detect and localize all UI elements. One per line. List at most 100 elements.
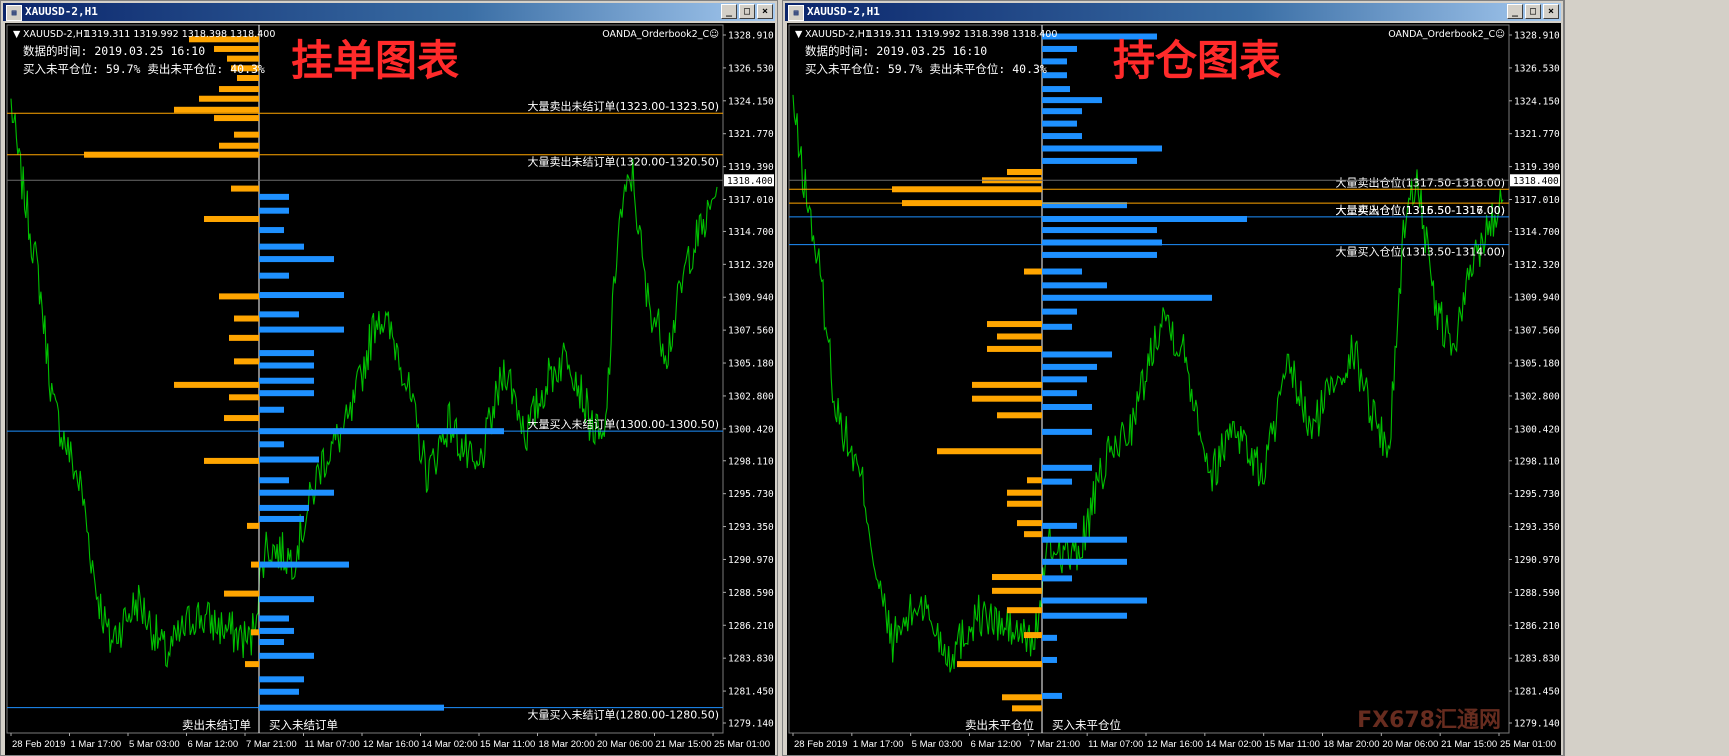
buy-bar: [259, 272, 289, 279]
info-time: 数据的时间: 2019.03.25 16:10: [805, 44, 987, 58]
buy-bar: [1042, 522, 1077, 529]
buy-bar: [259, 256, 334, 263]
price-tick-label: 1279.140: [728, 719, 774, 730]
sell-bar: [1024, 632, 1042, 639]
buy-bar: [1042, 97, 1102, 104]
price-tick-label: 1321.770: [1514, 129, 1560, 140]
price-tick-label: 1286.210: [728, 621, 774, 632]
buy-bar: [259, 377, 314, 384]
level-line-label: 大量卖出仓位(1317.50-1318.00): [1335, 175, 1505, 189]
price-tick-label: 1324.150: [728, 96, 774, 107]
buy-bar: [1042, 323, 1072, 330]
sell-bar: [204, 457, 259, 464]
buy-bar: [259, 489, 334, 496]
sell-bar: [251, 561, 259, 568]
sell-bar: [199, 95, 259, 102]
sell-bar: [229, 394, 259, 401]
window-title: XAUUSD-2,H1: [25, 5, 98, 18]
overlay-title: 挂单图表: [291, 36, 459, 85]
level-line-label: 大量卖出未结订单(1320.00-1320.50): [527, 155, 719, 169]
sell-bar: [957, 661, 1042, 668]
sell-bar: [972, 381, 1042, 388]
price-tick-label: 1326.530: [728, 63, 774, 74]
sell-bar: [1024, 531, 1042, 538]
date-tick-label: 6 Mar 12:00: [971, 739, 1022, 750]
price-tick-label: 1317.010: [1514, 195, 1560, 206]
chart-window-positions[interactable]: ▦ XAUUSD-2,H1 _ □ × 1328.910 1326.530 1324…: [782, 0, 1564, 756]
sell-bar: [214, 115, 259, 122]
buy-bar: [259, 441, 284, 448]
chart-background: [787, 23, 1561, 755]
maximize-button[interactable]: □: [1525, 4, 1541, 19]
bottom-sell-label: 卖出未平仓位: [965, 718, 1034, 732]
sell-bar: [937, 448, 1042, 455]
close-button[interactable]: ×: [1543, 4, 1559, 19]
sell-bar: [174, 106, 259, 113]
sell-bar: [997, 412, 1042, 419]
bottom-buy-label: 买入未结订单: [269, 718, 338, 732]
sell-bar: [1027, 477, 1042, 484]
price-tick-label: 1314.700: [1514, 227, 1560, 238]
sell-bar: [1007, 500, 1042, 507]
buy-bar: [1042, 86, 1070, 93]
window-titlebar[interactable]: ▦ XAUUSD-2,H1 _ □ ×: [3, 3, 775, 21]
price-tick-label: 1302.800: [1514, 391, 1560, 402]
date-tick-label: 20 Mar 06:00: [597, 739, 653, 750]
maximize-button[interactable]: □: [739, 4, 755, 19]
buy-bar: [259, 390, 314, 397]
buy-bar: [1042, 390, 1077, 397]
price-tick-label: 1281.450: [728, 687, 774, 698]
buy-bar: [1042, 558, 1127, 565]
close-button[interactable]: ×: [757, 4, 773, 19]
price-tick-label: 1307.560: [1514, 326, 1560, 337]
buy-bar: [1042, 108, 1082, 115]
header-arrow: ▼: [13, 29, 21, 40]
buy-bar: [259, 504, 309, 511]
price-tick-label: 1302.800: [728, 391, 774, 402]
minimize-button[interactable]: _: [721, 4, 737, 19]
position-book-chart[interactable]: 1328.910 1326.530 1324.150 1321.770 1319.390…: [787, 23, 1561, 755]
sell-bar: [245, 661, 259, 668]
window-titlebar[interactable]: ▦ XAUUSD-2,H1 _ □ ×: [785, 3, 1561, 21]
buy-bar: [1042, 120, 1077, 127]
sell-bar: [987, 321, 1042, 328]
sell-bar: [1007, 489, 1042, 496]
buy-bar: [1042, 376, 1087, 383]
price-tick-label: 1305.180: [728, 359, 774, 370]
date-tick-label: 1 Mar 17:00: [71, 739, 122, 750]
buy-bar: [259, 561, 349, 568]
buy-bar: [259, 406, 284, 413]
buy-bar: [1042, 45, 1077, 52]
order-book-chart[interactable]: 1328.910 1326.530 1324.150 1321.770 1319.390…: [5, 23, 775, 755]
sell-bar: [247, 522, 259, 529]
header-prices: 1319.311 1319.992 1318.398 1318.400: [85, 29, 275, 40]
buy-bar: [1042, 251, 1157, 258]
buy-bar: [259, 292, 344, 299]
buy-bar: [1042, 464, 1092, 471]
price-tick-label: 1300.420: [728, 424, 774, 435]
date-tick-label: 20 Mar 06:00: [1382, 739, 1438, 750]
date-tick-label: 18 Mar 20:00: [539, 739, 595, 750]
sell-bar: [219, 293, 259, 300]
buy-bar: [1042, 575, 1072, 582]
buy-bar: [259, 227, 284, 234]
sell-bar: [231, 185, 259, 192]
price-tick-label: 1314.700: [728, 227, 774, 238]
sell-bar: [234, 131, 259, 138]
level-line-label: 大量卖出未结订单(1323.00-1323.50): [527, 99, 719, 113]
buy-bar: [259, 193, 289, 200]
date-tick-label: 18 Mar 20:00: [1324, 739, 1380, 750]
chart-window-orders[interactable]: ▦ XAUUSD-2,H1 _ □ × 1328.910 1326.530 1324…: [0, 0, 778, 756]
current-price-label: 1318.400: [1513, 176, 1559, 187]
date-tick-label: 21 Mar 15:00: [656, 739, 712, 750]
buy-bar: [1042, 308, 1077, 315]
buy-bar: [1042, 428, 1092, 435]
price-tick-label: 1279.140: [1514, 719, 1560, 730]
price-tick-label: 1305.180: [1514, 359, 1560, 370]
price-tick-label: 1298.110: [728, 456, 774, 467]
sell-bar: [204, 215, 259, 222]
price-tick-label: 1298.110: [1514, 456, 1560, 467]
price-tick-label: 1328.910: [1514, 31, 1560, 42]
minimize-button[interactable]: _: [1507, 4, 1523, 19]
buy-bar: [259, 515, 304, 522]
